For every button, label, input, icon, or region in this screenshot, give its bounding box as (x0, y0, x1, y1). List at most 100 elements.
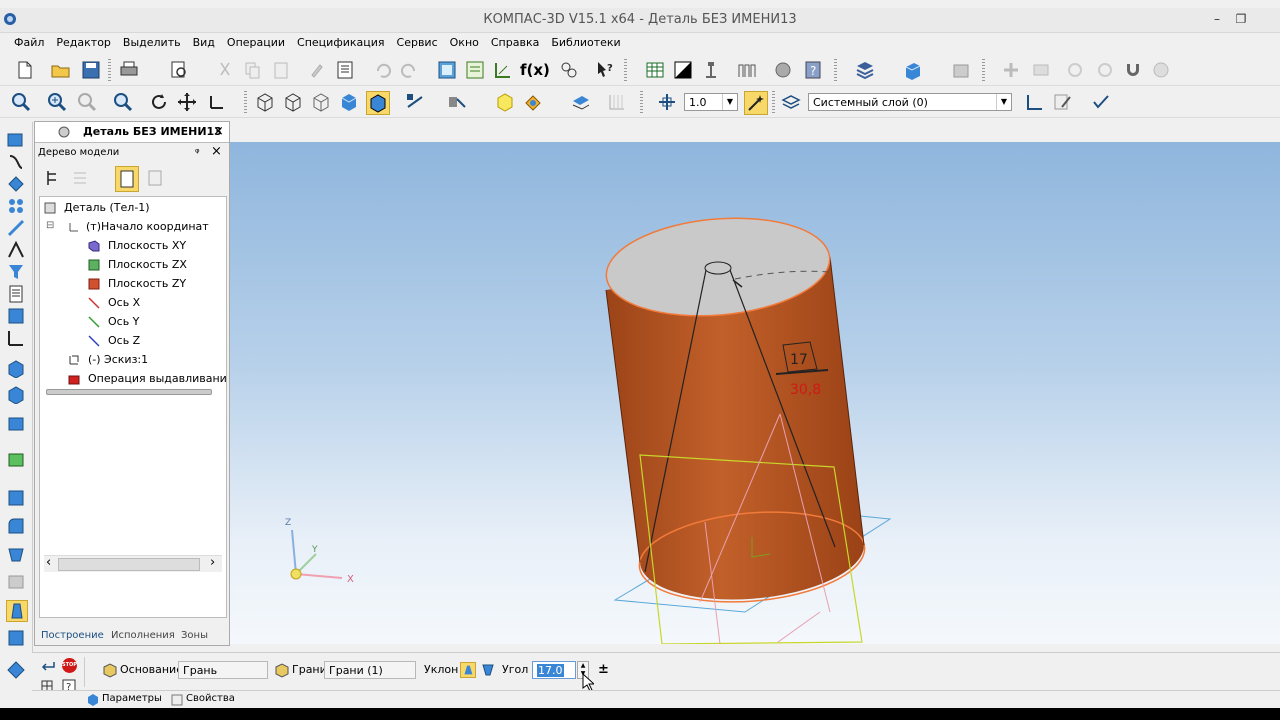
minimize-button[interactable]: – (1206, 10, 1228, 28)
hidden-lines-icon[interactable] (282, 91, 304, 113)
redo-icon[interactable] (398, 59, 420, 81)
zoom-frame-icon[interactable] (10, 91, 32, 113)
tree-filter-icon[interactable] (71, 168, 101, 188)
array-tools-icon[interactable] (6, 196, 26, 216)
document-tab[interactable]: Деталь БЕЗ ИМЕНИ13 × (35, 122, 229, 143)
aux-geometry-icon[interactable] (6, 218, 26, 238)
wireframe-icon[interactable] (254, 91, 276, 113)
angle-field[interactable]: 17.0 (532, 661, 576, 679)
expander-icon[interactable]: ⊟ (46, 220, 54, 231)
boolean-icon[interactable] (6, 488, 26, 508)
base-face-icon[interactable] (102, 662, 118, 678)
horizontal-scrollbar[interactable]: ‹ › (44, 555, 222, 572)
rotate-view-icon[interactable] (148, 91, 170, 113)
thread-icon[interactable] (6, 660, 26, 680)
revolve-icon[interactable] (6, 384, 26, 404)
perspective-icon[interactable] (570, 91, 592, 113)
help-pointer-icon[interactable]: ? (594, 59, 616, 81)
tab-versions[interactable]: Исполнения (111, 630, 175, 641)
view-orientation-icon[interactable] (902, 59, 924, 81)
orient-axis-icon[interactable] (206, 91, 228, 113)
tab-parameters[interactable]: Параметры (102, 693, 162, 704)
magnet-icon[interactable] (1122, 59, 1144, 81)
grid-icon[interactable] (606, 91, 628, 113)
dimensions-icon[interactable] (6, 240, 26, 260)
formula-button[interactable]: f(x) (520, 59, 550, 81)
faces-icon[interactable] (274, 662, 290, 678)
tab-properties[interactable]: Свойства (186, 693, 235, 704)
scroll-left-arrow-icon[interactable]: ‹ (46, 555, 51, 570)
shell-icon[interactable] (6, 450, 26, 470)
menu-select[interactable]: Выделить (117, 33, 187, 52)
coordinate-system-icon[interactable] (1024, 91, 1046, 113)
connections-icon[interactable] (558, 59, 580, 81)
scroll-thumb[interactable] (58, 558, 200, 571)
faces-button[interactable]: Грани (292, 661, 327, 679)
clip-plane-icon[interactable] (446, 91, 468, 113)
pan-view-icon[interactable] (176, 91, 198, 113)
variables-icon[interactable] (464, 59, 486, 81)
chevron-down-icon[interactable]: ▼ (996, 94, 1011, 110)
tree-relations-icon[interactable] (145, 168, 165, 188)
print-preview-icon[interactable] (168, 59, 190, 81)
menu-view[interactable]: Вид (187, 33, 221, 52)
tree-structure-icon[interactable] (43, 168, 63, 188)
close-panel-icon[interactable]: × (211, 144, 222, 159)
faces-field[interactable]: Грани (1) (324, 661, 416, 679)
pin-icon[interactable]: ᵠ (195, 146, 200, 159)
material-icon[interactable] (700, 59, 722, 81)
layer-icon[interactable] (780, 91, 802, 113)
zoom-in-icon[interactable] (46, 91, 68, 113)
hole-icon[interactable] (6, 628, 26, 648)
restore-button[interactable]: ❐ (1230, 10, 1252, 28)
enter-arrow-icon[interactable] (40, 659, 56, 673)
layers-stack-icon[interactable] (854, 59, 876, 81)
fillet-icon[interactable] (6, 516, 26, 536)
stop-button[interactable]: STOP (62, 658, 77, 673)
tree-item-part[interactable]: Деталь (Тел-1) (44, 201, 150, 214)
tab-construction[interactable]: Построение (41, 630, 104, 641)
save-icon[interactable] (80, 59, 102, 81)
loft-icon[interactable] (6, 414, 26, 434)
properties-list-icon[interactable] (334, 59, 356, 81)
draft-icon[interactable] (6, 600, 28, 622)
rotate-3d-icon[interactable] (772, 59, 794, 81)
menu-operations[interactable]: Операции (221, 33, 291, 52)
snap-points-icon[interactable] (656, 91, 678, 113)
sections-icon[interactable] (736, 59, 758, 81)
scale-combo[interactable]: 1.0 ▼ (684, 93, 738, 111)
scroll-right-arrow-icon[interactable]: › (210, 555, 215, 570)
zoom-all-icon[interactable] (112, 91, 134, 113)
close-tab-icon[interactable]: × (213, 124, 224, 139)
table-icon[interactable] (644, 59, 666, 81)
rib-icon[interactable] (6, 572, 26, 592)
new-document-icon[interactable] (14, 59, 36, 81)
measure-tools-icon[interactable] (6, 328, 26, 348)
menu-window[interactable]: Окно (444, 33, 485, 52)
open-folder-icon[interactable] (50, 59, 72, 81)
slope-outward-icon[interactable] (460, 662, 476, 678)
tree-item-plane-zy[interactable]: Плоскость ZY (88, 277, 186, 290)
sketch-tools-icon[interactable] (6, 130, 26, 150)
undo-icon[interactable] (372, 59, 394, 81)
surface-tools-icon[interactable] (6, 174, 26, 194)
tree-item-plane-xy[interactable]: Плоскость XY (88, 239, 186, 252)
slope-inward-icon[interactable] (480, 662, 496, 678)
tree-page-icon[interactable] (115, 166, 139, 192)
reports-icon[interactable] (6, 306, 26, 326)
tree-item-origin[interactable]: (т)Начало координат (68, 220, 209, 233)
menu-specification[interactable]: Спецификация (291, 33, 390, 52)
menu-libraries[interactable]: Библиотеки (545, 33, 626, 52)
mate-icon[interactable] (1064, 59, 1086, 81)
section-view-icon[interactable] (404, 91, 426, 113)
tree-item-extrusion[interactable]: Операция выдавливания (68, 372, 226, 385)
menu-file[interactable]: Файл (8, 33, 50, 52)
layer-combo[interactable]: Системный слой (0) ▼ (808, 93, 1012, 111)
copy-icon[interactable] (242, 59, 264, 81)
tab-zones[interactable]: Зоны (181, 630, 208, 641)
rotate-component-icon[interactable] (1030, 59, 1052, 81)
cut-icon[interactable] (214, 59, 236, 81)
thin-lines-icon[interactable] (310, 91, 332, 113)
tree-item-axis-x[interactable]: Ось X (88, 296, 140, 309)
extrude-icon[interactable] (6, 358, 26, 378)
